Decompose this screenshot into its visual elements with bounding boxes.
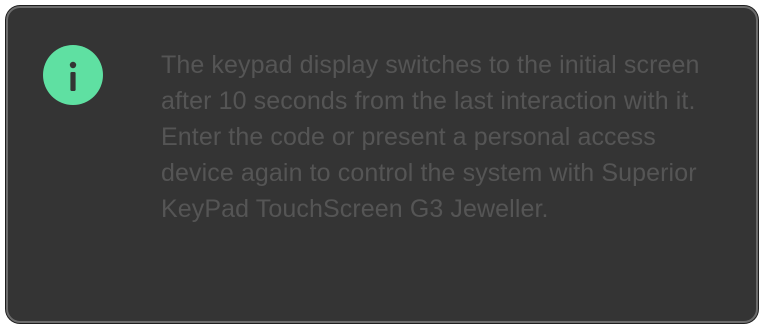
info-icon: [43, 45, 103, 105]
info-note-card: The keypad display switches to the initi…: [6, 6, 758, 323]
info-note-text: The keypad display switches to the initi…: [161, 51, 700, 223]
